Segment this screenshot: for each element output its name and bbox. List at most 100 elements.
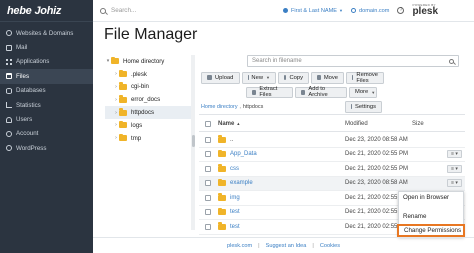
tree-item-tmp[interactable]: › tmp (105, 132, 193, 145)
sidebar: hebe Johiz Websites & Domains Mail Appli… (0, 0, 93, 253)
file-name[interactable]: App_Data (218, 149, 257, 158)
plesk-logo: POWERED BY plesk (412, 4, 438, 17)
folder-icon (218, 222, 226, 230)
sidebar-item-label: Users (16, 116, 33, 124)
tree-item-plesk[interactable]: › .plesk (105, 68, 193, 81)
folder-icon (218, 193, 226, 201)
column-modified[interactable]: Modified (345, 121, 368, 127)
file-name-label: css (230, 165, 239, 172)
row-menu-button[interactable]: ≡ ▾ (447, 150, 462, 159)
file-name-label: img (230, 194, 240, 201)
sidebar-item-websites-domains[interactable]: Websites & Domains (0, 26, 93, 40)
page-title: File Manager (104, 26, 198, 43)
filename-search-input[interactable]: Search in filename (247, 55, 459, 67)
remove-files-button[interactable]: Remove Files (346, 72, 384, 84)
settings-button[interactable]: Settings (345, 101, 382, 113)
menu-item-rename[interactable]: Rename (399, 211, 463, 222)
filename-search-placeholder: Search in filename (252, 58, 302, 64)
sidebar-item-statistics[interactable]: Statistics (0, 98, 93, 112)
extract-files-button[interactable]: Extract Files (246, 86, 293, 99)
globe-icon (350, 8, 356, 13)
brand-part1: hebe (7, 4, 32, 17)
move-button[interactable]: Move (311, 72, 344, 84)
file-name[interactable]: css (218, 164, 239, 172)
sidebar-item-label: Statistics (16, 101, 41, 109)
tree-item-label: cgi-bin (131, 83, 149, 91)
row-checkbox[interactable] (205, 165, 211, 172)
upload-icon (207, 75, 212, 81)
brand-logo[interactable]: hebe Johiz (0, 0, 93, 22)
sidebar-item-wordpress[interactable]: WordPress (0, 141, 93, 155)
footer-link-plesk[interactable]: plesk.com (227, 243, 252, 249)
file-name[interactable]: .. (218, 135, 233, 143)
more-button[interactable]: More ▼ (349, 86, 377, 98)
sidebar-item-mail[interactable]: Mail (0, 40, 93, 54)
footer-link-cookies[interactable]: Cookies (320, 243, 340, 249)
file-modified: Dec 21, 2020 02:55 PM (345, 151, 409, 158)
help-icon[interactable]: ? (397, 7, 405, 14)
search-icon[interactable] (449, 58, 454, 64)
table-row[interactable]: .. Dec 23, 2020 08:58 AM (199, 133, 465, 148)
table-row[interactable]: example Dec 23, 2020 08:58 AM ≡ ▾ (199, 176, 465, 191)
tree-item-httpdocs[interactable]: › httpdocs (105, 106, 193, 119)
footer-link-suggest[interactable]: Suggest an Idea (266, 243, 307, 249)
move-label: Move (323, 74, 338, 81)
sidebar-item-databases[interactable]: Databases (0, 84, 93, 98)
sidebar-item-label: Applications (16, 58, 50, 66)
column-name[interactable]: Name ▲ (218, 121, 240, 127)
file-name[interactable]: example (218, 178, 253, 187)
sidebar-item-files[interactable]: Files (0, 69, 93, 84)
tree-item-error-docs[interactable]: › error_docs (105, 93, 193, 106)
file-name-label: App_Data (230, 151, 257, 158)
file-name[interactable]: img (218, 193, 240, 201)
menu-item-open-in-browser[interactable]: Open in Browser (399, 192, 463, 203)
gear-icon (351, 104, 353, 110)
tree-item-cgi-bin[interactable]: › cgi-bin (105, 81, 193, 94)
file-name-label: test (230, 223, 240, 230)
tree-item-label: tmp (131, 134, 142, 142)
global-search-input[interactable]: Search... (93, 7, 283, 14)
copy-button[interactable]: Copy (278, 72, 309, 84)
tree-scrollbar[interactable] (191, 55, 195, 230)
sidebar-item-label: Websites & Domains (16, 29, 74, 37)
file-name[interactable]: test (218, 222, 240, 230)
breadcrumb-home[interactable]: Home directory (201, 104, 238, 110)
file-modified: Dec 21, 2020 02:55 PM (345, 165, 409, 172)
file-name[interactable]: test (218, 207, 240, 216)
extract-label: Extract Files (259, 86, 278, 99)
tree-item-logs[interactable]: › logs (105, 119, 193, 132)
row-checkbox[interactable] (205, 151, 211, 158)
sidebar-item-account[interactable]: Account (0, 127, 93, 141)
sidebar-item-label: Databases (16, 87, 46, 95)
tree-item-label: logs (131, 121, 143, 129)
search-icon (100, 7, 106, 14)
tree-item-label: Home directory (123, 57, 165, 65)
remove-label: Remove Files (356, 71, 378, 84)
folder-icon (218, 149, 226, 158)
menu-item-change-permissions[interactable]: Change Permissions (397, 223, 465, 237)
tree-item-home[interactable]: ▾ Home directory (105, 55, 193, 68)
sidebar-item-users[interactable]: Users (0, 112, 93, 126)
domain-switcher[interactable]: domain.com (350, 7, 390, 14)
user-menu[interactable]: First & Last NAME ▼ (283, 8, 343, 14)
add-to-archive-button[interactable]: Add to Archive (295, 86, 347, 98)
column-size[interactable]: Size (412, 121, 424, 127)
row-checkbox[interactable] (205, 180, 211, 187)
row-checkbox[interactable] (205, 223, 211, 230)
sidebar-item-label: Account (16, 130, 39, 138)
user-name: First & Last NAME (291, 7, 338, 14)
sidebar-item-applications[interactable]: Applications (0, 55, 93, 69)
domain-name: domain.com (358, 7, 390, 14)
scrollbar-thumb[interactable] (191, 135, 195, 147)
row-menu-button-open[interactable]: ≡ ▾ (447, 179, 462, 188)
row-checkbox[interactable] (205, 136, 211, 143)
row-menu-button[interactable]: ≡ ▾ (447, 164, 462, 173)
select-all-checkbox[interactable] (205, 121, 211, 127)
row-checkbox[interactable] (205, 194, 211, 201)
upload-button[interactable]: Upload (201, 72, 240, 84)
row-checkbox[interactable] (205, 209, 211, 216)
new-button[interactable]: New ▼ (242, 72, 276, 84)
table-row[interactable]: App_Data Dec 21, 2020 02:55 PM ≡ ▾ (199, 148, 465, 162)
table-row[interactable]: css Dec 21, 2020 02:55 PM ≡ ▾ (199, 162, 465, 177)
file-name-label: example (230, 180, 253, 187)
